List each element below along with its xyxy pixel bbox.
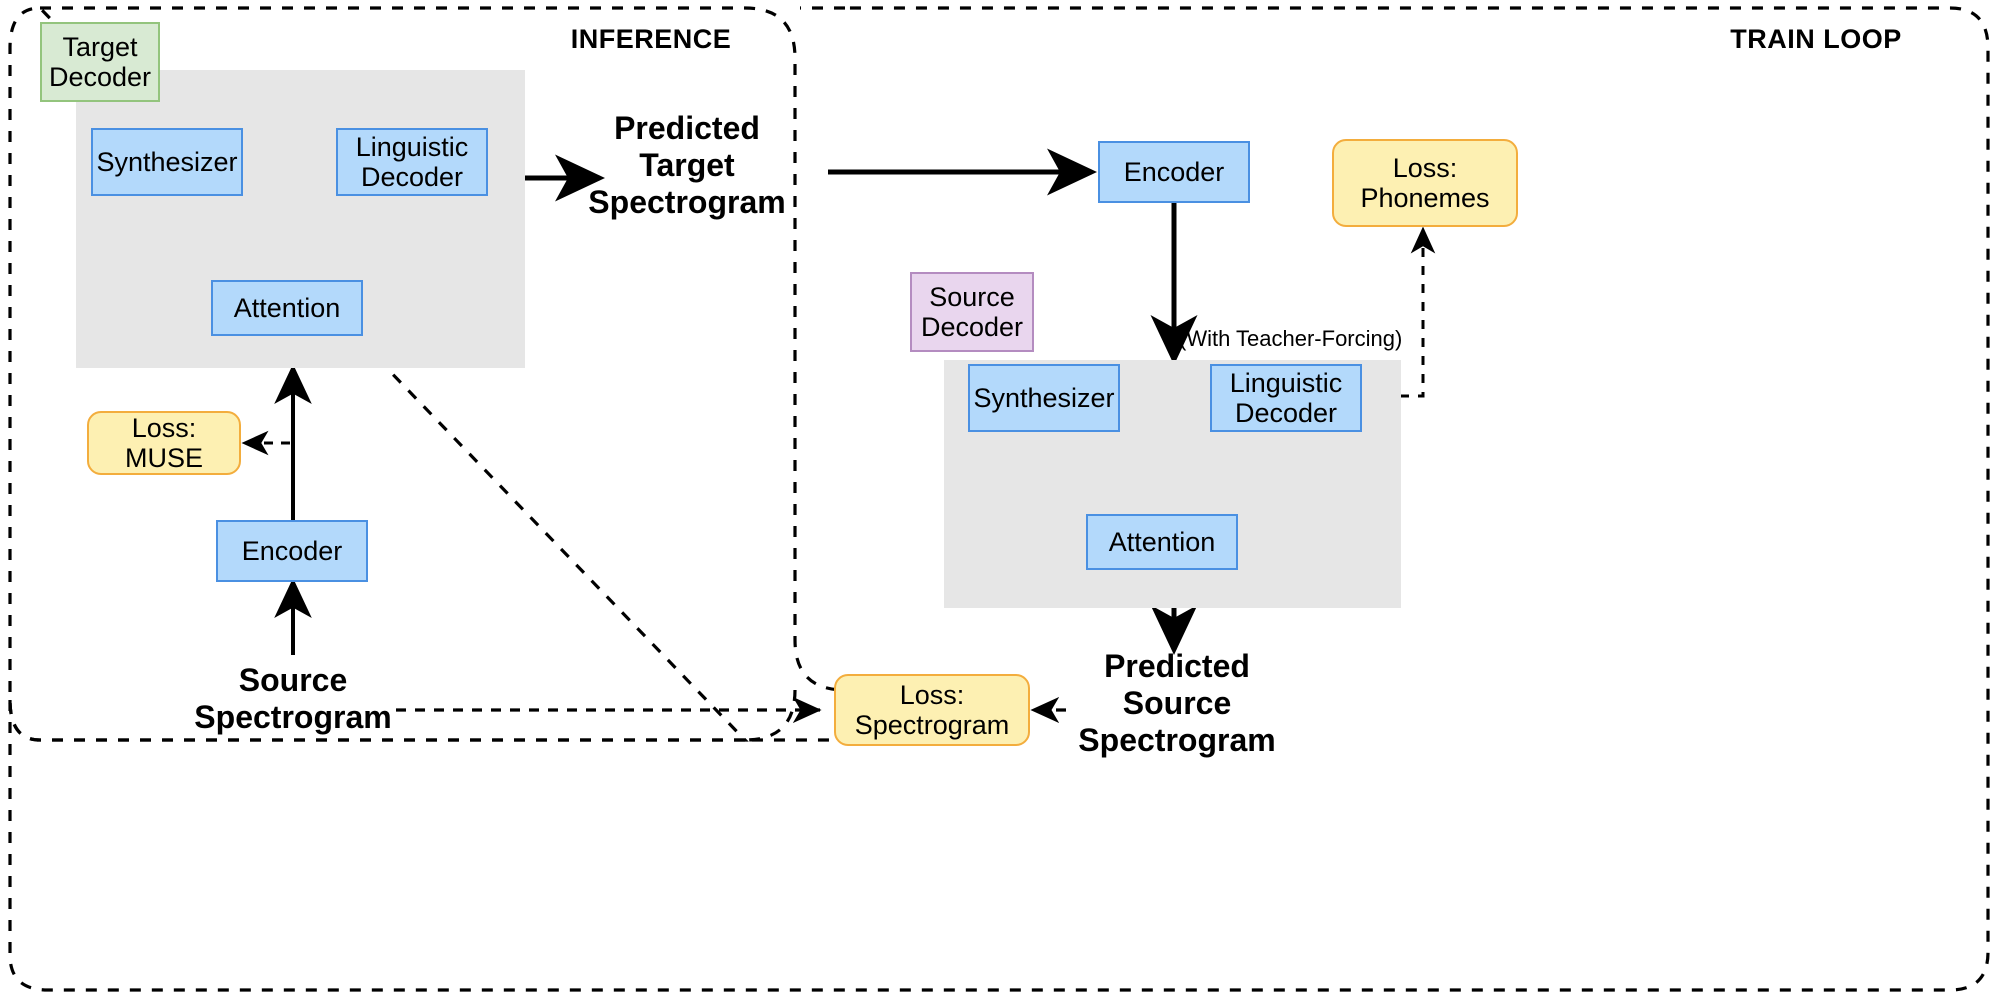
- loss-spectrogram[interactable]: Loss: Spectrogram: [834, 674, 1030, 746]
- target-decoder-tag-line2: Decoder: [48, 62, 152, 92]
- predicted-target-line2: Target: [639, 146, 735, 183]
- loss-muse-line2: MUSE: [124, 443, 203, 473]
- loss-phonemes[interactable]: Loss: Phonemes: [1332, 139, 1518, 227]
- source-spectrogram-line1: Source: [238, 662, 348, 698]
- loss-phonemes-line1: Loss:: [1392, 152, 1458, 183]
- loss-muse-line1: Loss:: [131, 412, 197, 443]
- source-spectrogram-label: Source Spectrogram: [163, 662, 423, 736]
- block-attention-target[interactable]: Attention: [211, 280, 363, 336]
- source-decoder-tag: Source Decoder: [910, 272, 1034, 352]
- predicted-source-line1: Predicted: [1104, 648, 1250, 684]
- block-linguistic-decoder-source[interactable]: Linguistic Decoder: [1210, 364, 1362, 432]
- predicted-source-spectrogram-label: Predicted Source Spectrogram: [1046, 648, 1308, 758]
- source-decoder-tag-line1: Source: [929, 281, 1015, 312]
- ld-target-line2: Decoder: [360, 162, 464, 192]
- ld-source-line1: Linguistic: [1229, 367, 1343, 398]
- loss-phonemes-line2: Phonemes: [1360, 183, 1490, 213]
- teacher-forcing-note: (With Teacher-Forcing): [1179, 326, 1403, 351]
- predicted-target-line1: Predicted: [614, 110, 760, 146]
- source-decoder-tag-line2: Decoder: [920, 312, 1024, 342]
- predicted-target-line3: Spectrogram: [588, 183, 786, 220]
- block-synthesizer-target[interactable]: Synthesizer: [91, 128, 243, 196]
- block-encoder-train[interactable]: Encoder: [1098, 141, 1250, 203]
- block-linguistic-decoder-target[interactable]: Linguistic Decoder: [336, 128, 488, 196]
- source-spectrogram-line2: Spectrogram: [194, 698, 392, 735]
- section-title-train-loop: TRAIN LOOP: [1730, 24, 1902, 54]
- target-decoder-tag-line1: Target: [62, 31, 138, 62]
- block-encoder-source-inference[interactable]: Encoder: [216, 520, 368, 582]
- diagram-canvas: INFERENCE TRAIN LOOP Target Decoder Sour…: [0, 0, 1999, 999]
- ld-source-line2: Decoder: [1234, 398, 1338, 428]
- loss-spectrogram-line1: Loss:: [899, 679, 965, 710]
- predicted-target-spectrogram-label: Predicted Target Spectrogram: [556, 110, 818, 220]
- loss-spectrogram-line2: Spectrogram: [854, 710, 1010, 740]
- block-synthesizer-source[interactable]: Synthesizer: [968, 364, 1120, 432]
- block-attention-source[interactable]: Attention: [1086, 514, 1238, 570]
- predicted-source-line3: Spectrogram: [1078, 721, 1276, 758]
- target-decoder-tag: Target Decoder: [40, 22, 160, 102]
- ld-target-line1: Linguistic: [355, 131, 469, 162]
- loss-muse[interactable]: Loss: MUSE: [87, 411, 241, 475]
- predicted-source-line2: Source: [1122, 684, 1232, 721]
- section-title-inference: INFERENCE: [570, 24, 732, 54]
